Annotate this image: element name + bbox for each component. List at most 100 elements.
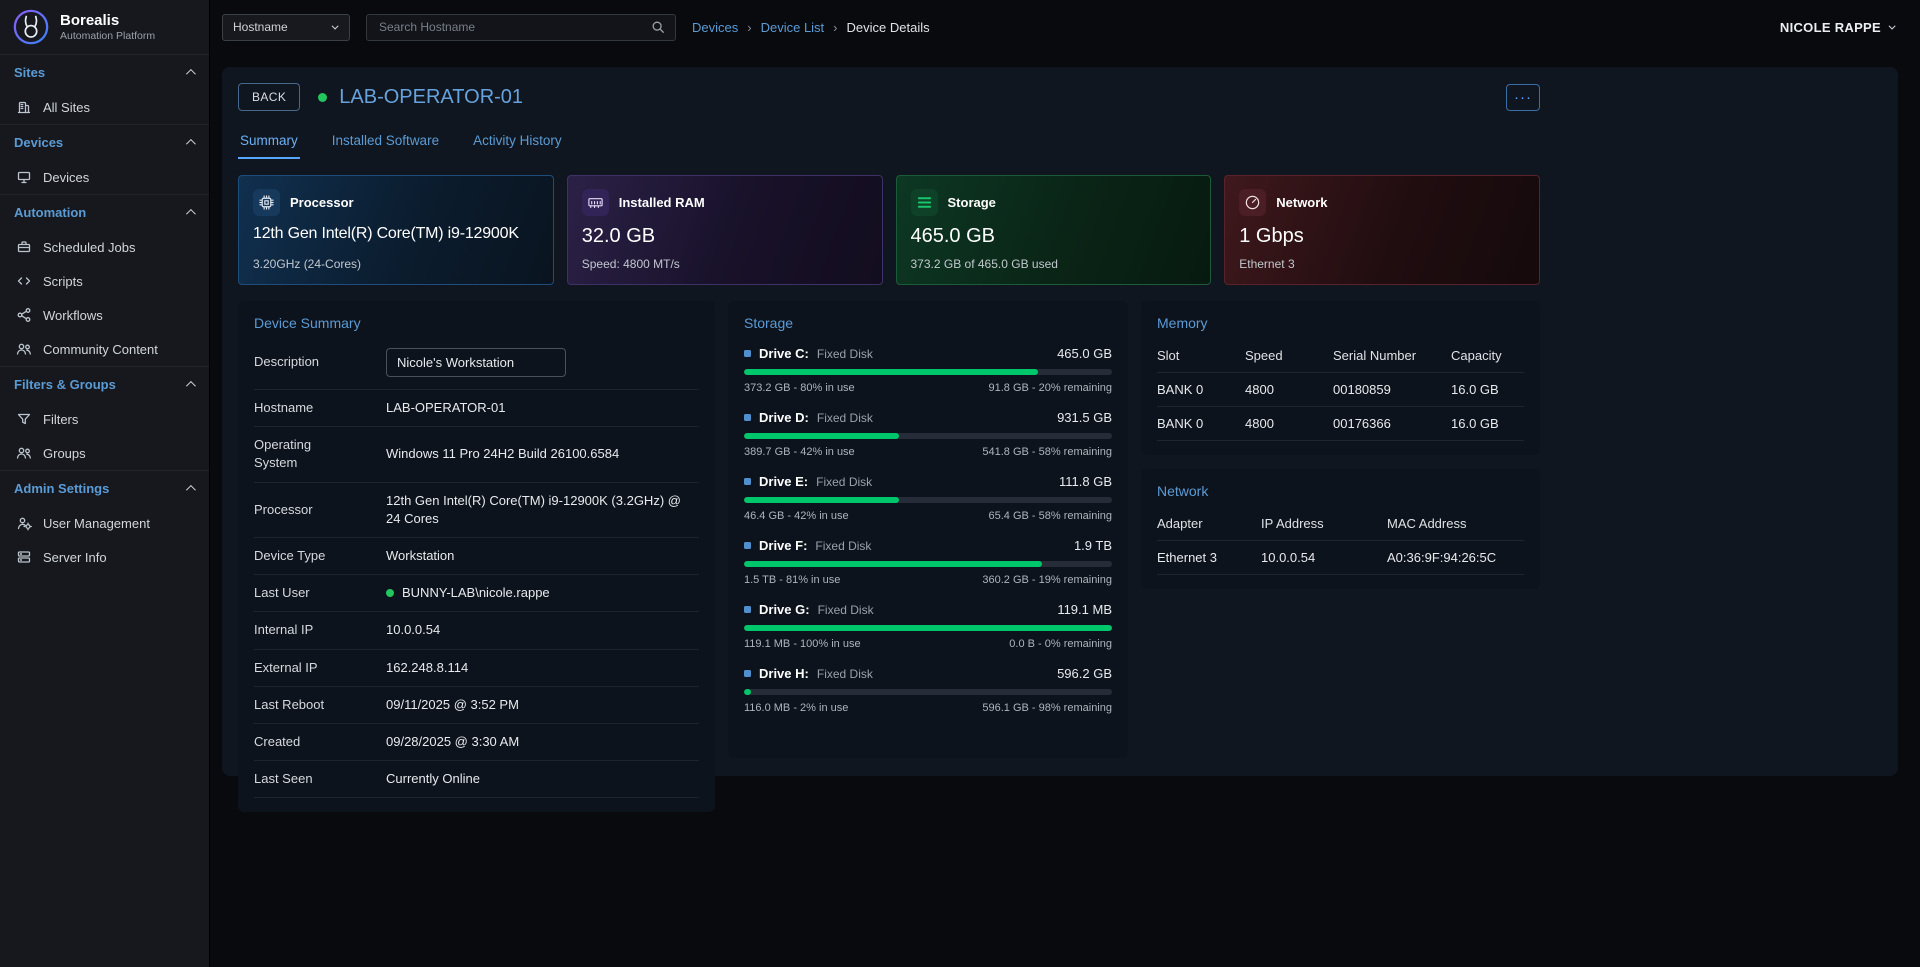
sidebar-item-scheduled-jobs[interactable]: Scheduled Jobs (0, 230, 209, 264)
people-icon (16, 341, 32, 357)
row-label: Processor (254, 501, 378, 519)
card-title: Installed RAM (619, 195, 705, 210)
summary-row: Hostname LAB-OPERATOR-01 (254, 389, 699, 427)
drive-remaining: 65.4 GB - 58% remaining (988, 510, 1112, 522)
device-summary-panel: Device Summary Description Hostname LAB-… (238, 301, 715, 812)
summary-row-description: Description (254, 339, 699, 389)
search-icon (651, 20, 665, 34)
tab-bar: Summary Installed Software Activity Hist… (238, 127, 1540, 159)
sidebar-section-admin-settings[interactable]: Admin Settings (0, 470, 209, 506)
sidebar-item-all-sites[interactable]: All Sites (0, 90, 209, 124)
breadcrumb-current: Device Details (847, 20, 930, 35)
drive-name: Drive G: (759, 602, 810, 617)
row-label: Last Seen (254, 770, 378, 788)
user-name: NICOLE RAPPE (1780, 20, 1881, 35)
user-menu[interactable]: NICOLE RAPPE (1780, 20, 1896, 35)
drive-name: Drive D: (759, 410, 809, 425)
col-header: IP Address (1261, 516, 1387, 531)
section-label: Filters & Groups (14, 377, 116, 392)
drive-size: 931.5 GB (1057, 410, 1112, 425)
network-row: Ethernet 3 10.0.0.54 A0:36:9F:94:26:5C (1157, 541, 1524, 575)
processor-card: Processor 12th Gen Intel(R) Core(TM) i9-… (238, 175, 554, 285)
drive-remaining: 360.2 GB - 19% remaining (982, 574, 1112, 586)
drive-remaining: 541.8 GB - 58% remaining (982, 446, 1112, 458)
cell-serial: 00180859 (1333, 382, 1451, 397)
cell-ip: 10.0.0.54 (1261, 550, 1387, 565)
drive-bullet-icon (744, 606, 751, 613)
description-input[interactable] (386, 348, 566, 377)
more-options-button[interactable]: ··· (1506, 84, 1540, 111)
drive-row: Drive G: Fixed Disk 119.1 MB 119.1 MB - … (744, 595, 1112, 659)
device-name-title: LAB-OPERATOR-01 (339, 86, 523, 109)
drive-row: Drive H: Fixed Disk 596.2 GB 116.0 MB - … (744, 659, 1112, 723)
row-value: LAB-OPERATOR-01 (386, 399, 699, 417)
cpu-icon (253, 189, 280, 216)
drive-remaining: 91.8 GB - 20% remaining (988, 382, 1112, 394)
col-header: Capacity (1451, 348, 1524, 363)
row-label: External IP (254, 659, 378, 677)
summary-row: External IP 162.248.8.114 (254, 650, 699, 687)
hostname-filter-select[interactable]: Hostname (222, 14, 350, 41)
chevron-down-icon (1889, 22, 1896, 29)
breadcrumb-devices[interactable]: Devices (692, 20, 738, 35)
breadcrumb-separator: › (833, 20, 837, 35)
ram-icon (582, 189, 609, 216)
storage-lines-icon (911, 189, 938, 216)
memory-row: BANK 0 4800 00176366 16.0 GB (1157, 407, 1524, 441)
sidebar-section-devices[interactable]: Devices (0, 124, 209, 160)
drive-usage-bar (744, 497, 1112, 503)
drive-used: 46.4 GB - 42% in use (744, 510, 849, 522)
sidebar-item-scripts[interactable]: Scripts (0, 264, 209, 298)
summary-row: Device Type Workstation (254, 538, 699, 575)
drive-type: Fixed Disk (817, 667, 873, 681)
sidebar-section-automation[interactable]: Automation (0, 194, 209, 230)
search-input[interactable] (377, 19, 643, 35)
breadcrumb-device-list[interactable]: Device List (761, 20, 825, 35)
cell-mac: A0:36:9F:94:26:5C (1387, 550, 1524, 565)
cell-capacity: 16.0 GB (1451, 382, 1524, 397)
nav-item-label: All Sites (43, 100, 90, 115)
ram-card: Installed RAM 32.0 GB Speed: 4800 MT/s (567, 175, 883, 285)
drive-used: 119.1 MB - 100% in use (744, 638, 861, 650)
memory-row: BANK 0 4800 00180859 16.0 GB (1157, 373, 1524, 407)
device-details-panel: BACK LAB-OPERATOR-01 ··· Summary Install… (222, 67, 1898, 776)
sidebar-section-sites[interactable]: Sites (0, 54, 209, 90)
sidebar-item-community-content[interactable]: Community Content (0, 332, 209, 366)
breadcrumb-separator: › (747, 20, 751, 35)
cell-serial: 00176366 (1333, 416, 1451, 431)
storage-panel: Storage Drive C: Fixed Disk 465.0 GB 373… (728, 301, 1128, 758)
sidebar-item-workflows[interactable]: Workflows (0, 298, 209, 332)
tab-summary[interactable]: Summary (238, 127, 300, 159)
drive-size: 465.0 GB (1057, 346, 1112, 361)
online-dot (386, 589, 394, 597)
storage-card: Storage 465.0 GB 373.2 GB of 465.0 GB us… (896, 175, 1212, 285)
sidebar-item-filters[interactable]: Filters (0, 402, 209, 436)
drive-usage-bar (744, 433, 1112, 439)
drive-row: Drive E: Fixed Disk 111.8 GB 46.4 GB - 4… (744, 467, 1112, 531)
online-status-dot (318, 93, 327, 102)
sidebar-section-filters-groups[interactable]: Filters & Groups (0, 366, 209, 402)
sidebar-item-server-info[interactable]: Server Info (0, 540, 209, 574)
row-label: Last User (254, 584, 378, 602)
row-label: Created (254, 733, 378, 751)
section-label: Admin Settings (14, 481, 109, 496)
borealis-logo-icon (12, 8, 50, 46)
stat-cards: Processor 12th Gen Intel(R) Core(TM) i9-… (238, 175, 1540, 285)
drive-bullet-icon (744, 478, 751, 485)
tab-activity-history[interactable]: Activity History (471, 127, 564, 159)
col-header: Serial Number (1333, 348, 1451, 363)
card-title: Storage (948, 195, 996, 210)
sidebar-item-user-management[interactable]: User Management (0, 506, 209, 540)
chevron-down-icon (332, 22, 339, 29)
panel-title: Device Summary (254, 315, 699, 331)
card-footer: Ethernet 3 (1239, 257, 1525, 271)
section-label: Sites (14, 65, 45, 80)
drive-bullet-icon (744, 670, 751, 677)
sidebar-item-groups[interactable]: Groups (0, 436, 209, 470)
back-button[interactable]: BACK (238, 83, 300, 111)
sidebar-item-devices[interactable]: Devices (0, 160, 209, 194)
tab-installed-software[interactable]: Installed Software (330, 127, 441, 159)
drive-row: Drive C: Fixed Disk 465.0 GB 373.2 GB - … (744, 339, 1112, 403)
summary-row: Last Reboot 09/11/2025 @ 3:52 PM (254, 687, 699, 724)
chevron-up-icon (186, 139, 196, 149)
